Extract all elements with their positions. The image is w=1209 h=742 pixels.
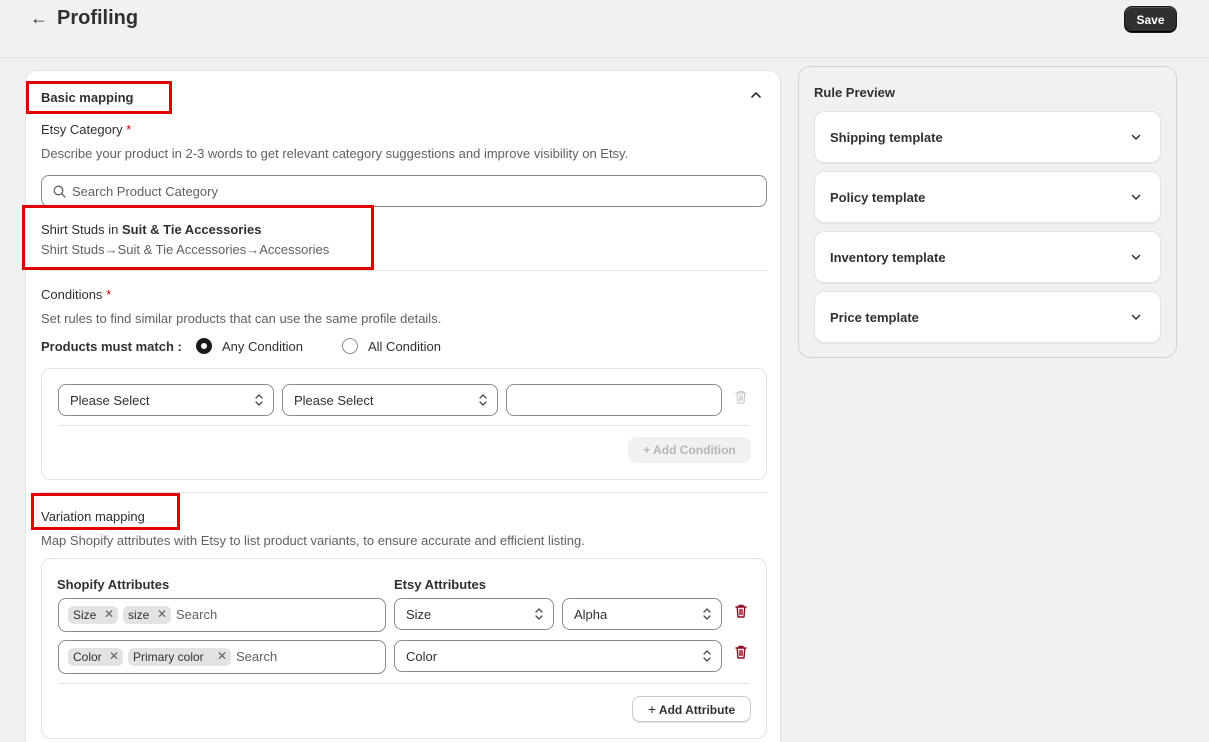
chevron-down-icon bbox=[1131, 194, 1141, 200]
conditions-box: Please Select Please Select + Add Condit… bbox=[41, 368, 767, 480]
rule-preview-title: Rule Preview bbox=[814, 85, 895, 100]
top-bar: ← Profiling Save bbox=[0, 0, 1209, 58]
chevron-down-icon bbox=[1131, 134, 1141, 140]
select-arrows-icon bbox=[479, 394, 487, 406]
selected-category-path: Shirt Studs→Suit & Tie Accessories→Acces… bbox=[41, 242, 330, 257]
selected-category[interactable]: Shirt Studs in Suit & Tie Accessories bbox=[41, 222, 261, 237]
attribute-tag: Color ✕ bbox=[68, 648, 123, 666]
plus-icon: + bbox=[643, 443, 651, 457]
trash-icon bbox=[735, 390, 747, 404]
shopify-attributes-header: Shopify Attributes bbox=[57, 577, 170, 592]
inventory-template-accordion[interactable]: Inventory template bbox=[814, 231, 1161, 283]
chevron-down-icon bbox=[1131, 254, 1141, 260]
tag-search-placeholder[interactable]: Search bbox=[236, 649, 277, 664]
select-arrows-icon bbox=[703, 608, 711, 620]
match-label: Products must match : bbox=[41, 339, 182, 354]
etsy-attribute-value: Color bbox=[406, 649, 438, 664]
etsy-attribute-value: Size bbox=[406, 607, 432, 622]
price-template-accordion[interactable]: Price template bbox=[814, 291, 1161, 343]
template-label: Shipping template bbox=[830, 130, 943, 145]
condition-operator-select[interactable]: Please Select bbox=[282, 384, 498, 416]
conditions-help: Set rules to find similar products that … bbox=[41, 311, 442, 326]
add-attribute-label: Add Attribute bbox=[658, 703, 736, 717]
radio-all-condition-label[interactable]: All Condition bbox=[368, 339, 441, 354]
search-icon bbox=[53, 185, 66, 198]
attribute-tag: Primary color ✕ bbox=[128, 648, 231, 666]
condition-field-select[interactable]: Please Select bbox=[58, 384, 274, 416]
chevron-up-icon[interactable] bbox=[749, 88, 763, 102]
radio-any-condition[interactable] bbox=[196, 338, 212, 354]
remove-tag-icon[interactable]: ✕ bbox=[104, 607, 114, 621]
etsy-value-select[interactable]: Alpha bbox=[562, 598, 722, 630]
plus-icon: + bbox=[647, 701, 657, 717]
required-mark: * bbox=[106, 287, 112, 302]
save-button[interactable]: Save bbox=[1124, 6, 1177, 33]
arrow-left-icon[interactable]: ← bbox=[30, 8, 48, 29]
shopify-attributes-input[interactable]: Size ✕ size ✕ Search bbox=[58, 598, 386, 632]
add-condition-label: Add Condition bbox=[653, 443, 736, 457]
attribute-tag: Size ✕ bbox=[68, 606, 118, 624]
trash-icon[interactable] bbox=[735, 604, 747, 618]
select-arrows-icon bbox=[255, 394, 263, 406]
divider bbox=[41, 270, 767, 271]
template-label: Price template bbox=[830, 310, 919, 325]
condition-value-input[interactable] bbox=[506, 384, 722, 416]
trash-icon[interactable] bbox=[735, 645, 747, 659]
shipping-template-accordion[interactable]: Shipping template bbox=[814, 111, 1161, 163]
selected-category-name: Shirt Studs bbox=[41, 222, 105, 237]
basic-mapping-title: Basic mapping bbox=[41, 90, 134, 105]
tag-search-placeholder[interactable]: Search bbox=[176, 607, 217, 622]
page-title: Profiling bbox=[57, 7, 139, 29]
condition-operator-value: Please Select bbox=[294, 393, 374, 408]
divider bbox=[58, 683, 750, 684]
variation-mapping-help: Map Shopify attributes with Etsy to list… bbox=[41, 533, 585, 548]
remove-tag-icon[interactable]: ✕ bbox=[217, 649, 227, 663]
profile-card: Basic mapping Etsy Category * Describe y… bbox=[22, 70, 781, 742]
etsy-value-value: Alpha bbox=[574, 607, 608, 622]
category-search-field[interactable] bbox=[41, 175, 767, 207]
radio-any-condition-label[interactable]: Any Condition bbox=[222, 339, 303, 354]
etsy-attributes-header: Etsy Attributes bbox=[394, 577, 486, 592]
required-mark: * bbox=[126, 122, 132, 137]
add-condition-button[interactable]: + Add Condition bbox=[628, 437, 751, 463]
rule-preview-panel: Rule Preview Shipping template Policy te… bbox=[798, 66, 1177, 358]
highlight-box-selected-category bbox=[22, 205, 374, 270]
etsy-attribute-select[interactable]: Size bbox=[394, 598, 554, 630]
etsy-category-help: Describe your product in 2-3 words to ge… bbox=[41, 146, 629, 161]
chevron-down-icon bbox=[1131, 314, 1141, 320]
add-attribute-button[interactable]: + Add Attribute bbox=[632, 696, 751, 722]
selected-category-parent: Suit & Tie Accessories bbox=[121, 222, 262, 237]
remove-tag-icon[interactable]: ✕ bbox=[109, 649, 119, 663]
remove-tag-icon[interactable]: ✕ bbox=[157, 607, 167, 621]
condition-field-value: Please Select bbox=[70, 393, 150, 408]
attributes-box: Shopify Attributes Etsy Attributes Size ✕… bbox=[41, 558, 767, 739]
select-arrows-icon bbox=[703, 650, 711, 662]
policy-template-accordion[interactable]: Policy template bbox=[814, 171, 1161, 223]
select-arrows-icon bbox=[535, 608, 543, 620]
attribute-tag: size ✕ bbox=[123, 606, 171, 624]
conditions-label: Conditions * bbox=[41, 287, 112, 302]
variation-mapping-title: Variation mapping bbox=[41, 509, 145, 524]
template-label: Policy template bbox=[830, 190, 926, 205]
divider bbox=[58, 425, 750, 426]
etsy-category-label: Etsy Category * bbox=[41, 122, 132, 137]
etsy-attribute-select[interactable]: Color bbox=[394, 640, 722, 672]
category-search-input[interactable] bbox=[72, 176, 752, 206]
shopify-attributes-input[interactable]: Color ✕ Primary color ✕ Search bbox=[58, 640, 386, 674]
selected-category-in: in bbox=[108, 222, 119, 237]
radio-all-condition[interactable] bbox=[342, 338, 358, 354]
template-label: Inventory template bbox=[830, 250, 946, 265]
